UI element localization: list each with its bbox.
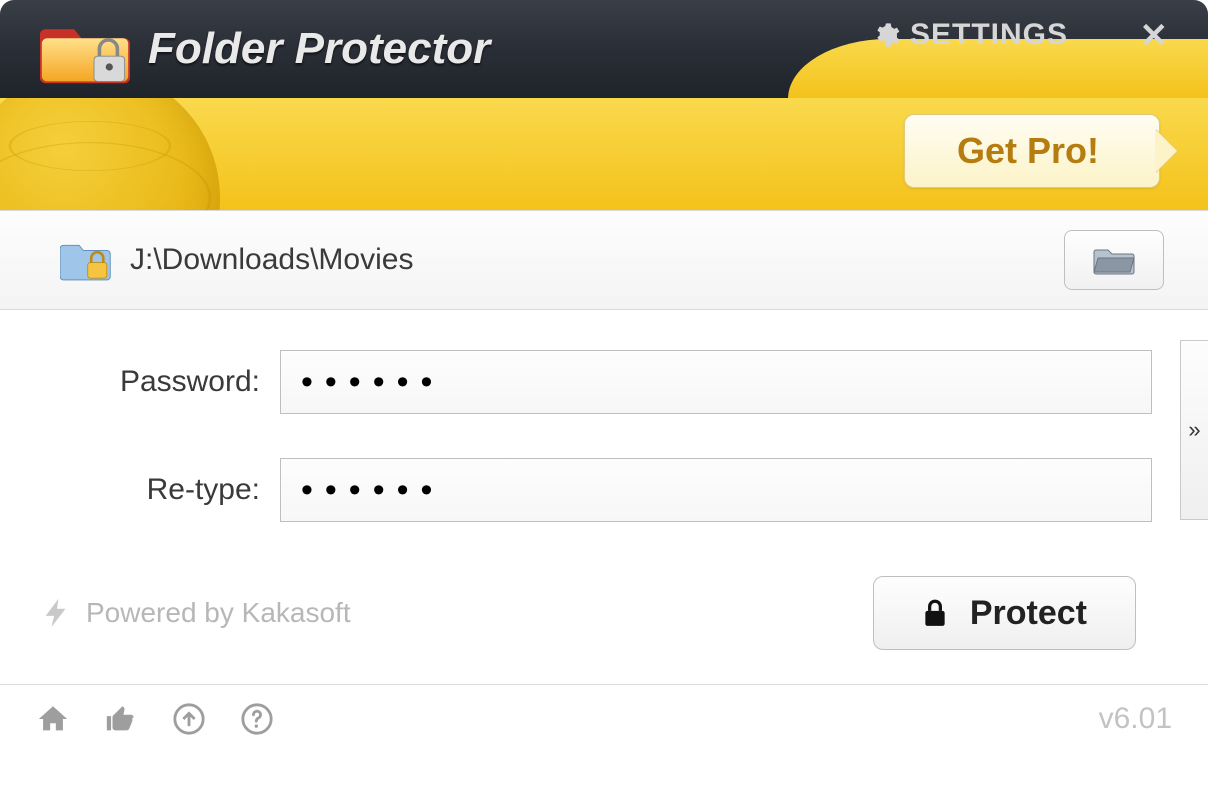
footer-bar: v6.01 xyxy=(0,685,1208,753)
gear-icon xyxy=(872,21,900,49)
folder-path-text: J:\Downloads\Movies xyxy=(130,243,1046,277)
folder-lock-icon xyxy=(40,13,130,85)
close-button[interactable]: ✕ xyxy=(1140,16,1169,56)
folder-path-row: J:\Downloads\Movies xyxy=(0,210,1208,310)
app-title: Folder Protector xyxy=(148,24,490,74)
title-bar: Folder Protector SETTINGS ✕ xyxy=(0,0,1208,98)
retype-input[interactable] xyxy=(280,458,1152,522)
app-logo: Folder Protector xyxy=(40,13,490,85)
home-icon[interactable] xyxy=(36,702,70,736)
action-row: Powered by Kakasoft Protect xyxy=(0,566,1208,680)
app-window: Folder Protector SETTINGS ✕ Get Pro! J:\… xyxy=(0,0,1208,753)
expand-panel-button[interactable]: » xyxy=(1180,340,1208,520)
retype-row: Re-type: xyxy=(60,458,1180,522)
protect-button[interactable]: Protect xyxy=(873,576,1136,650)
version-label: v6.01 xyxy=(1099,702,1172,736)
password-row: Password: xyxy=(60,350,1180,414)
help-icon[interactable] xyxy=(240,702,274,736)
password-form: Password: Re-type: » xyxy=(0,310,1208,522)
get-pro-label: Get Pro! xyxy=(957,130,1099,172)
lock-icon xyxy=(922,598,948,628)
bolt-icon xyxy=(40,596,74,630)
browse-folder-button[interactable] xyxy=(1064,230,1164,290)
globe-graphic xyxy=(0,98,220,210)
locked-folder-icon xyxy=(60,238,112,282)
password-label: Password: xyxy=(60,365,280,399)
powered-by-label: Powered by Kakasoft xyxy=(86,597,351,629)
protect-label: Protect xyxy=(970,594,1087,633)
retype-label: Re-type: xyxy=(60,473,280,507)
promo-banner: Get Pro! xyxy=(0,98,1208,210)
update-icon[interactable] xyxy=(172,702,206,736)
settings-button[interactable]: SETTINGS xyxy=(872,18,1068,52)
open-folder-icon xyxy=(1093,244,1135,276)
get-pro-button[interactable]: Get Pro! xyxy=(904,114,1160,188)
settings-label: SETTINGS xyxy=(910,18,1068,52)
thumbs-up-icon[interactable] xyxy=(104,702,138,736)
password-input[interactable] xyxy=(280,350,1152,414)
